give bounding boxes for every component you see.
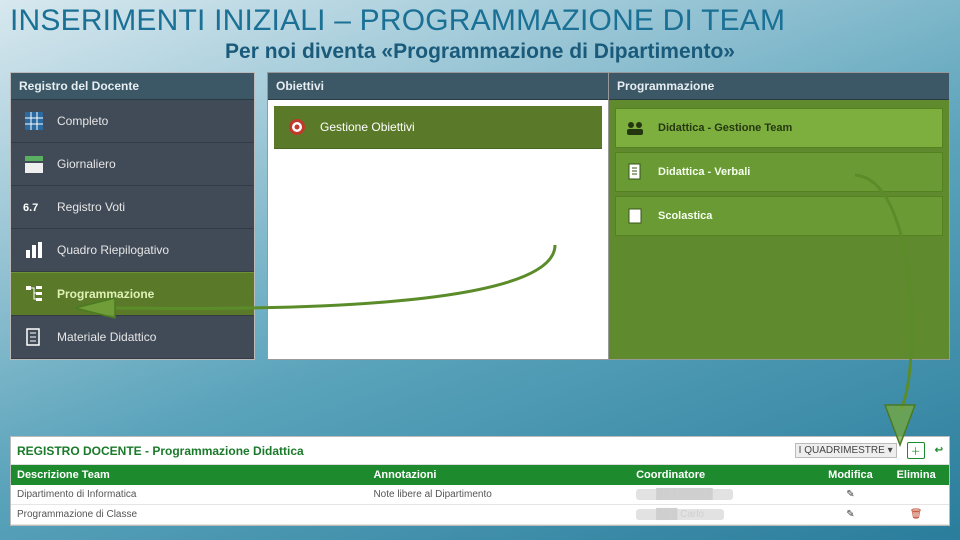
menu-registro-voti[interactable]: 6.7 Registro Voti xyxy=(11,186,254,229)
col-mod: Modifica xyxy=(818,465,884,485)
score-icon: 6.7 xyxy=(21,196,47,218)
cell-ann: Note libere al Dipartimento xyxy=(367,485,630,504)
cell-ann xyxy=(367,505,630,524)
back-icon[interactable]: ↩ xyxy=(935,445,943,456)
cell-coord: ███ Carlo xyxy=(630,505,818,524)
col-ann: Annotazioni xyxy=(367,465,630,485)
registro-docente-panel: Registro del Docente Completo Giornalier… xyxy=(10,72,255,360)
tree-icon xyxy=(21,283,47,305)
menu-label: Completo xyxy=(57,114,108,128)
menu-label: Quadro Riepilogativo xyxy=(57,243,169,257)
programmazione-didattica-table: REGISTRO DOCENTE - Programmazione Didatt… xyxy=(10,436,950,526)
menu-materiale-didattico[interactable]: Materiale Didattico xyxy=(11,316,254,359)
edit-button[interactable]: ✎ xyxy=(818,485,884,504)
table-row: Dipartimento di Informatica Note libere … xyxy=(11,485,949,505)
menu-quadro-riepilogativo[interactable]: Quadro Riepilogativo xyxy=(11,229,254,272)
prog-label: Didattica - Gestione Team xyxy=(658,122,792,134)
table-header: Descrizione Team Annotazioni Coordinator… xyxy=(11,465,949,485)
period-select[interactable]: I QUADRIMESTRE ▾ xyxy=(795,443,897,458)
scolastica-item[interactable]: Scolastica xyxy=(615,196,943,236)
obiettivi-panel: Obiettivi Gestione Obiettivi xyxy=(267,72,609,360)
target-icon xyxy=(284,116,310,138)
prog-label: Scolastica xyxy=(658,210,712,222)
menu-label: Materiale Didattico xyxy=(57,330,156,344)
edit-button[interactable]: ✎ xyxy=(818,505,884,524)
table-title: REGISTRO DOCENTE - Programmazione Didatt… xyxy=(17,444,304,458)
cell-coord: ████████ xyxy=(630,485,818,504)
menu-label: Giornaliero xyxy=(57,157,116,171)
cell-desc: Dipartimento di Informatica xyxy=(11,485,367,504)
menu-giornaliero[interactable]: Giornaliero xyxy=(11,143,254,186)
panel1-header: Registro del Docente xyxy=(11,73,254,100)
panel2-header: Obiettivi xyxy=(268,73,608,100)
programmazione-panel: Programmazione Didattica - Gestione Team… xyxy=(609,72,950,360)
didattica-verbali-item[interactable]: Didattica - Verbali xyxy=(615,152,943,192)
cell-desc: Programmazione di Classe xyxy=(11,505,367,524)
prog-label: Didattica - Verbali xyxy=(658,166,750,178)
menu-label: Programmazione xyxy=(57,287,154,301)
delete-button[interactable] xyxy=(883,485,949,504)
delete-button[interactable]: 🗑 xyxy=(883,505,949,524)
table-row: Programmazione di Classe ███ Carlo ✎ 🗑 xyxy=(11,505,949,525)
team-icon xyxy=(622,117,648,139)
col-coord: Coordinatore xyxy=(630,465,818,485)
didattica-gestione-team-item[interactable]: Didattica - Gestione Team xyxy=(615,108,943,148)
page-subtitle: Per noi diventa «Programmazione di Dipar… xyxy=(0,38,960,72)
menu-completo[interactable]: Completo xyxy=(11,100,254,143)
svg-text:6.7: 6.7 xyxy=(23,202,38,214)
panel3-header: Programmazione xyxy=(609,73,949,100)
col-desc: Descrizione Team xyxy=(11,465,367,485)
page-title: INSERIMENTI INIZIALI – PROGRAMMAZIONE DI… xyxy=(0,0,960,38)
gestione-obiettivi-item[interactable]: Gestione Obiettivi xyxy=(274,106,602,149)
file-icon xyxy=(622,205,648,227)
bars-icon xyxy=(21,239,47,261)
obj-label: Gestione Obiettivi xyxy=(320,120,415,134)
menu-programmazione[interactable]: Programmazione xyxy=(11,272,254,316)
grid-icon xyxy=(21,110,47,132)
rows-icon xyxy=(21,153,47,175)
add-icon[interactable]: ＋ xyxy=(907,442,925,459)
menu-label: Registro Voti xyxy=(57,200,125,214)
col-del: Elimina xyxy=(883,465,949,485)
docs-icon xyxy=(622,161,648,183)
doc-icon xyxy=(21,326,47,348)
